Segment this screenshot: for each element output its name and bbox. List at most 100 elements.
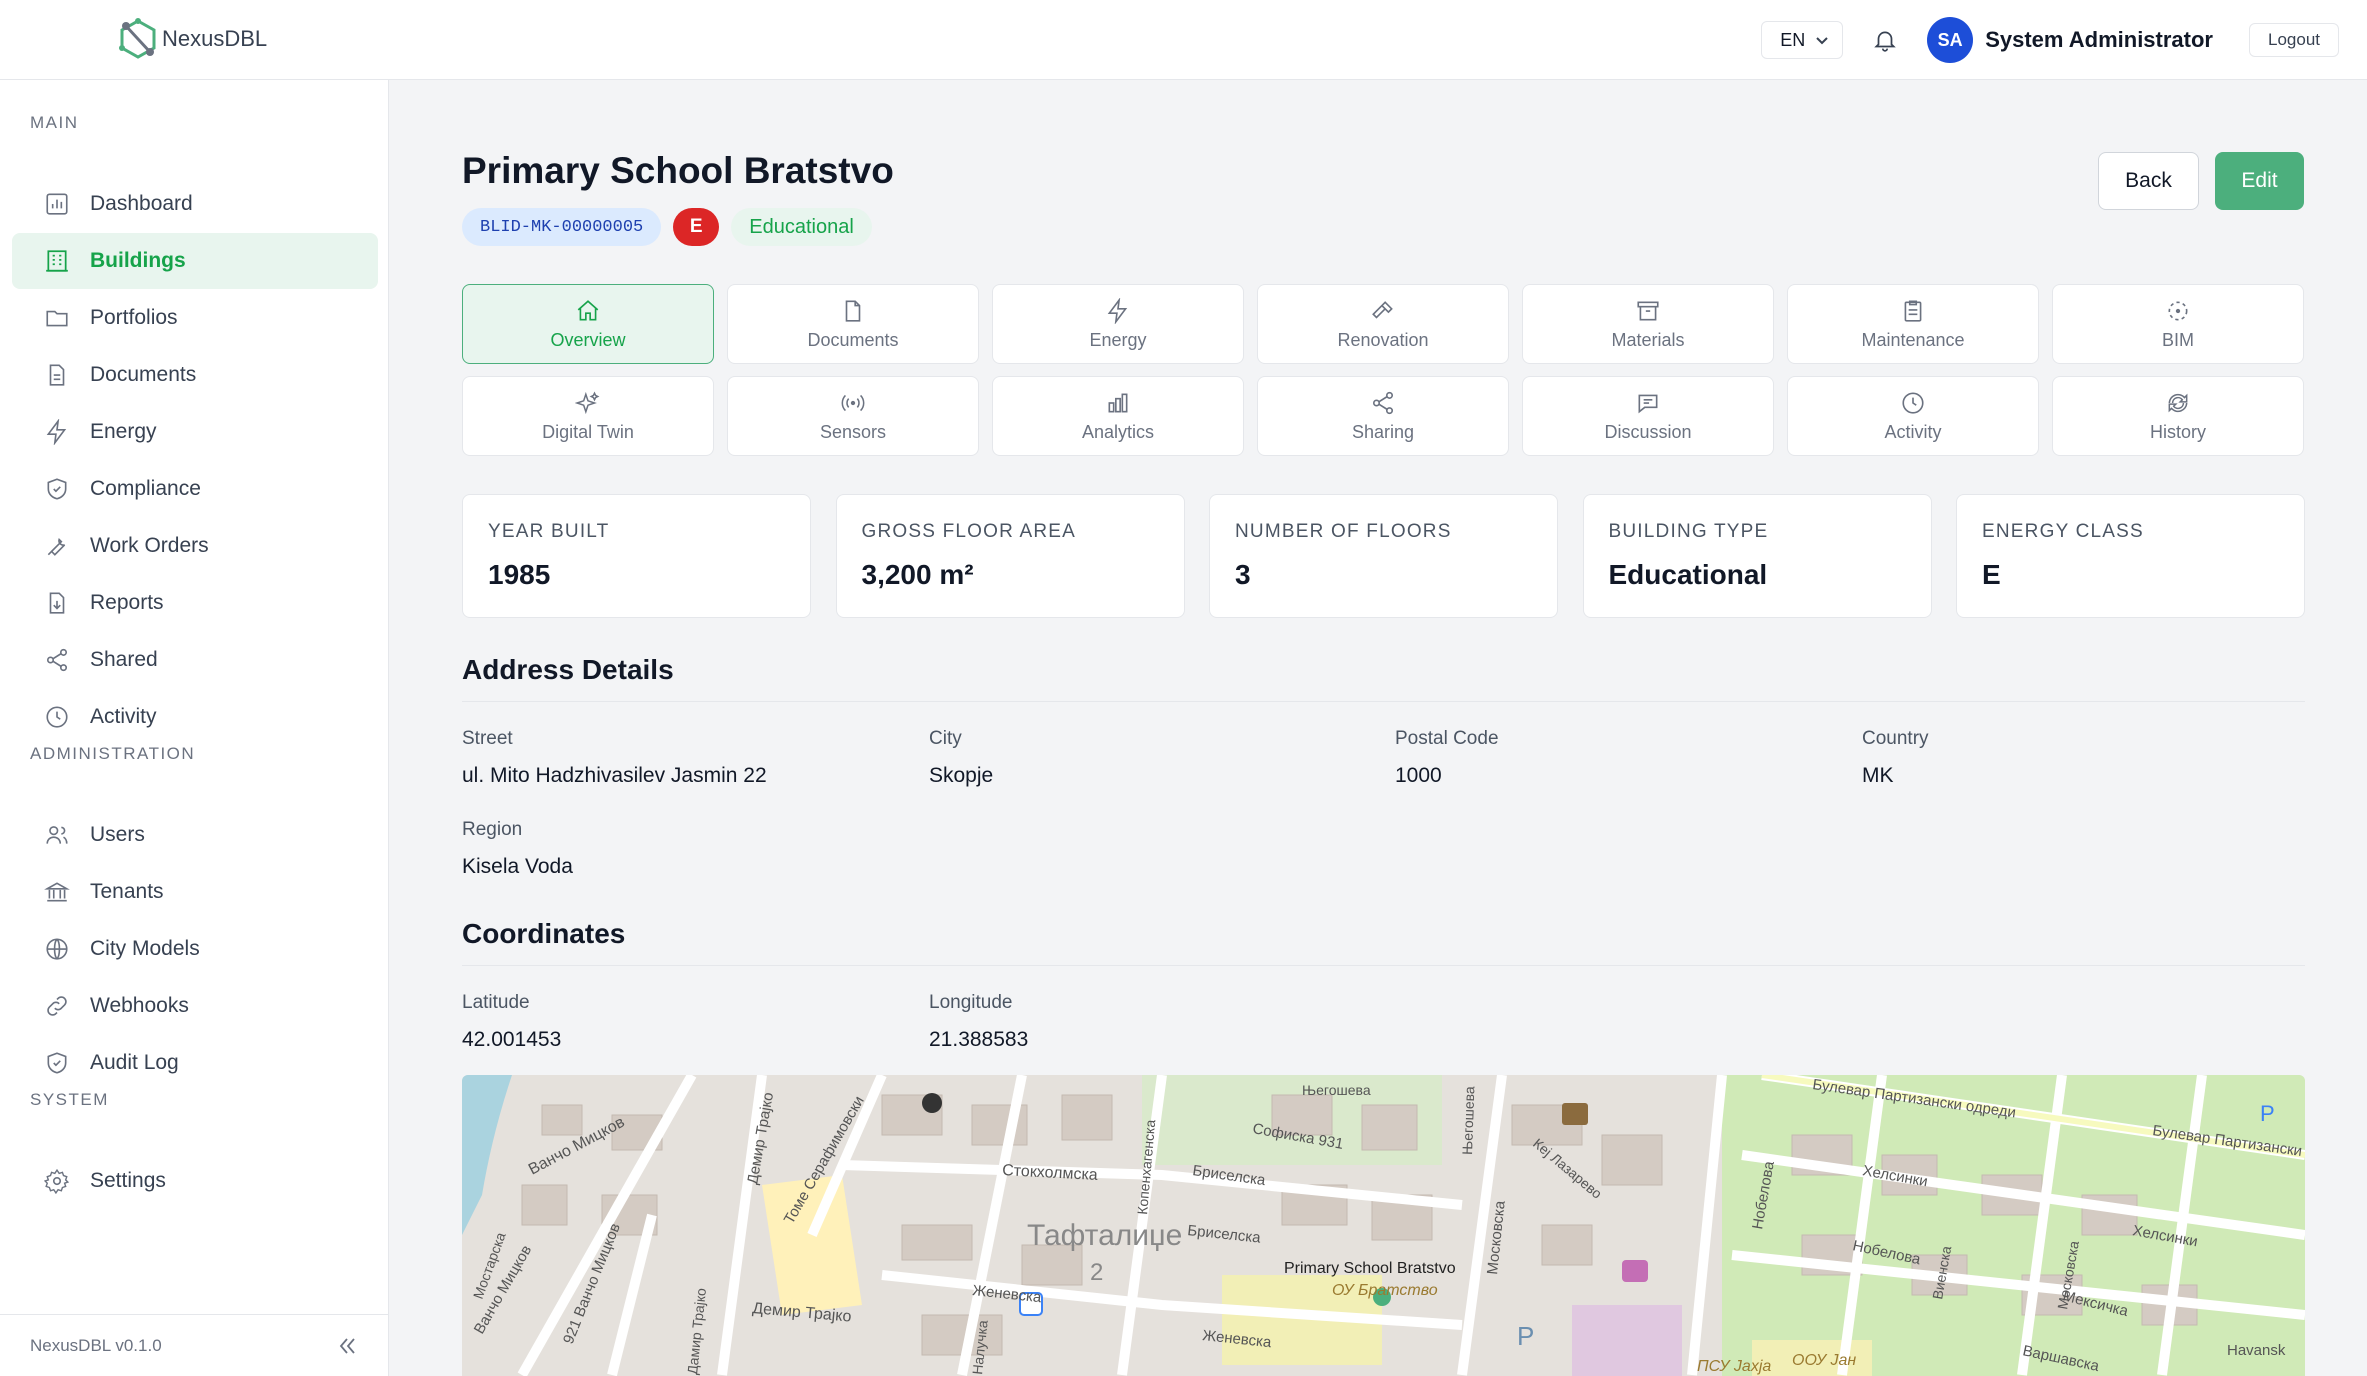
stat-label: YEAR BUILT <box>488 521 610 542</box>
tab-analytics[interactable]: Analytics <box>992 376 1244 456</box>
document-icon <box>845 299 861 322</box>
map-label: ПСУ Јахја <box>1697 1358 1771 1375</box>
user-menu[interactable]: SA System Administrator <box>1927 17 2213 63</box>
tab-discussion[interactable]: Discussion <box>1522 376 1774 456</box>
wrench-icon <box>47 537 66 556</box>
sidebar-item-reports[interactable]: Reports <box>12 575 378 631</box>
building-icon <box>46 250 68 272</box>
sidebar-item-compliance[interactable]: Compliance <box>12 461 378 517</box>
tab-maintenance[interactable]: Maintenance <box>1787 284 2039 364</box>
tab-activity[interactable]: Activity <box>1787 376 2039 456</box>
region-field: Region Kisela Voda <box>462 819 573 879</box>
coordinates-section-title: Coordinates <box>462 918 626 949</box>
mosque-icon <box>922 1093 942 1113</box>
tab-label: Overview <box>550 329 626 350</box>
sidebar-item-label: Reports <box>90 591 164 614</box>
sidebar-item-portfolios[interactable]: Portfolios <box>12 290 378 346</box>
chart-icon <box>46 193 68 215</box>
sidebar-item-label: Activity <box>90 705 157 728</box>
tab-label: Discussion <box>1604 421 1692 442</box>
users-icon <box>46 826 68 844</box>
city-field: City Skopje <box>929 728 993 788</box>
sidebar-item-audit-log[interactable]: Audit Log <box>12 1035 378 1091</box>
sidebar-item-tenants[interactable]: Tenants <box>12 864 378 920</box>
sidebar-item-label: Webhooks <box>90 994 189 1017</box>
map-label: Havansk <box>2227 1342 2286 1359</box>
refresh-icon <box>2168 393 2188 412</box>
edit-button[interactable]: Edit <box>2215 152 2304 210</box>
field-label: City <box>929 728 962 749</box>
sidebar-item-city-models[interactable]: City Models <box>12 921 378 977</box>
stat-value: Educational <box>1608 559 1768 590</box>
tab-label: Materials <box>1611 329 1685 350</box>
tab-sharing[interactable]: Sharing <box>1257 376 1509 456</box>
region-value: Kisela Voda <box>462 855 573 878</box>
map-canvas[interactable]: Ванчо Мицков Демир Трајко Томе Серафимов… <box>462 1075 2305 1376</box>
sidebar-item-documents[interactable]: Documents <box>12 347 378 403</box>
map-label: Његошева <box>1302 1082 1371 1098</box>
stat-value: 1985 <box>488 559 551 590</box>
main-content: Primary School Bratstvo BLID-MK-00000005… <box>389 80 2367 1376</box>
tab-materials[interactable]: Materials <box>1522 284 1774 364</box>
shield-check-icon <box>47 478 67 500</box>
sidebar-item-label: Users <box>90 823 145 846</box>
bar-chart-icon <box>1108 393 1128 412</box>
back-button[interactable]: Back <box>2098 152 2199 210</box>
archive-icon <box>1637 301 1659 320</box>
sidebar-item-dashboard[interactable]: Dashboard <box>12 176 378 232</box>
logout-button[interactable]: Logout <box>2249 23 2339 57</box>
tab-sensors[interactable]: Sensors <box>727 376 979 456</box>
tab-label: Sharing <box>1351 421 1415 442</box>
sidebar-item-label: Energy <box>90 420 157 443</box>
tab-bim[interactable]: BIM <box>2052 284 2304 364</box>
sidebar-item-energy[interactable]: Energy <box>12 404 378 460</box>
tab-renovation[interactable]: Renovation <box>1257 284 1509 364</box>
sidebar-item-label: Compliance <box>90 477 201 500</box>
divider <box>462 965 2305 966</box>
sidebar-item-label: Work Orders <box>90 534 209 557</box>
location-map[interactable]: Ванчо Мицков Демир Трајко Томе Серафимов… <box>462 1075 2305 1376</box>
sidebar-item-buildings[interactable]: Buildings <box>12 233 378 289</box>
building-stats: YEAR BUILT 1985 GROSS FLOOR AREA 3,200 m… <box>462 494 2305 618</box>
app-version: NexusDBL v0.1.0 <box>30 1335 162 1355</box>
tab-energy[interactable]: Energy <box>992 284 1244 364</box>
sidebar-item-label: Dashboard <box>90 192 193 215</box>
shield-check-icon <box>47 1052 67 1074</box>
app-logo[interactable]: NexusDBL <box>118 18 267 60</box>
tab-history[interactable]: History <box>2052 376 2304 456</box>
stat-label: ENERGY CLASS <box>1982 521 2144 542</box>
app-name: NexusDBL <box>162 26 268 51</box>
tab-documents[interactable]: Documents <box>727 284 979 364</box>
sidebar-item-shared[interactable]: Shared <box>12 632 378 688</box>
tab-digital-twin[interactable]: Digital Twin <box>462 376 714 456</box>
latitude-field: Latitude 42.001453 <box>462 992 561 1052</box>
sidebar-item-settings[interactable]: Settings <box>12 1153 378 1209</box>
notifications-button[interactable] <box>1867 22 1903 58</box>
stat-card-building-type: BUILDING TYPE Educational <box>1582 494 1932 618</box>
field-label: Country <box>1862 728 1929 749</box>
map-label: ОУ Братство <box>1332 1282 1438 1299</box>
sidebar-item-label: Shared <box>90 648 158 671</box>
collapse-sidebar-icon[interactable] <box>335 1334 359 1358</box>
link-icon <box>47 996 67 1016</box>
clock-icon <box>1902 391 1924 414</box>
building-id-badge: BLID-MK-00000005 <box>462 208 662 246</box>
section-label-system: SYSTEM <box>30 1090 109 1109</box>
postal-code-field: Postal Code 1000 <box>1395 728 1499 788</box>
tab-overview[interactable]: Overview <box>462 284 714 364</box>
sidebar-item-work-orders[interactable]: Work Orders <box>12 518 378 574</box>
stat-label: GROSS FLOOR AREA <box>861 521 1077 542</box>
avatar: SA <box>1927 17 1974 63</box>
sidebar-item-label: Audit Log <box>90 1051 179 1074</box>
longitude-value: 21.388583 <box>929 1028 1029 1051</box>
tab-label: Analytics <box>1081 421 1155 442</box>
language-select[interactable]: EN <box>1761 21 1844 59</box>
tab-label: Digital Twin <box>542 421 634 442</box>
sidebar-item-webhooks[interactable]: Webhooks <box>12 978 378 1034</box>
user-name: System Administrator <box>1985 27 2213 52</box>
sidebar-item-activity[interactable]: Activity <box>12 689 378 745</box>
lightning-icon <box>1107 297 1128 324</box>
sidebar-item-users[interactable]: Users <box>12 807 378 863</box>
street-value: ul. Mito Hadzhivasilev Jasmin 22 <box>462 764 767 787</box>
sidebar-item-label: Buildings <box>90 249 186 272</box>
